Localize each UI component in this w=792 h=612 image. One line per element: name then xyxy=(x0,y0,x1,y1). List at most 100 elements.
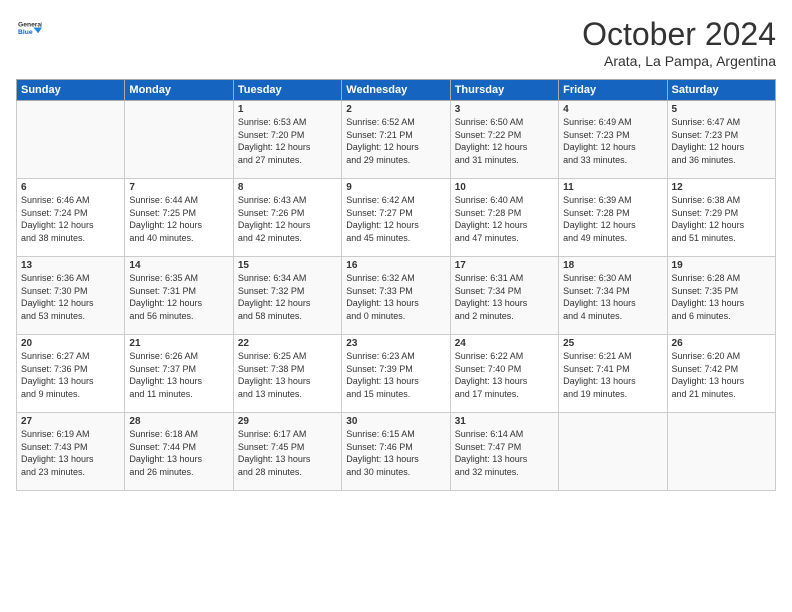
cell-info: and 28 minutes. xyxy=(238,466,337,479)
cell-info: Sunrise: 6:20 AM xyxy=(672,350,771,363)
calendar-cell xyxy=(17,101,125,179)
day-number: 9 xyxy=(346,182,445,193)
cell-info: Sunrise: 6:46 AM xyxy=(21,194,120,207)
cell-info: Sunrise: 6:43 AM xyxy=(238,194,337,207)
cell-info: Daylight: 13 hours xyxy=(672,297,771,310)
calendar-cell: 11Sunrise: 6:39 AMSunset: 7:28 PMDayligh… xyxy=(559,179,667,257)
day-number: 20 xyxy=(21,338,120,349)
cell-info: Daylight: 12 hours xyxy=(672,219,771,232)
cell-info: Sunrise: 6:47 AM xyxy=(672,116,771,129)
cell-info: Sunrise: 6:22 AM xyxy=(455,350,554,363)
calendar-cell: 3Sunrise: 6:50 AMSunset: 7:22 PMDaylight… xyxy=(450,101,558,179)
cell-info: Sunrise: 6:42 AM xyxy=(346,194,445,207)
calendar-week-3: 20Sunrise: 6:27 AMSunset: 7:36 PMDayligh… xyxy=(17,335,776,413)
cell-info: Sunrise: 6:23 AM xyxy=(346,350,445,363)
calendar-cell: 18Sunrise: 6:30 AMSunset: 7:34 PMDayligh… xyxy=(559,257,667,335)
day-number: 2 xyxy=(346,104,445,115)
cell-info: and 13 minutes. xyxy=(238,388,337,401)
cell-info: Daylight: 13 hours xyxy=(238,375,337,388)
day-number: 17 xyxy=(455,260,554,271)
day-number: 18 xyxy=(563,260,662,271)
cell-info: Sunrise: 6:40 AM xyxy=(455,194,554,207)
cell-info: Sunrise: 6:32 AM xyxy=(346,272,445,285)
cell-info: Daylight: 13 hours xyxy=(129,453,228,466)
logo-icon: General Blue xyxy=(18,16,42,40)
day-number: 16 xyxy=(346,260,445,271)
cell-info: Daylight: 13 hours xyxy=(346,297,445,310)
logo-text-block: General Blue xyxy=(16,16,42,45)
day-number: 23 xyxy=(346,338,445,349)
cell-info: Daylight: 12 hours xyxy=(238,219,337,232)
cell-info: Daylight: 12 hours xyxy=(563,219,662,232)
day-number: 29 xyxy=(238,416,337,427)
cell-info: Daylight: 12 hours xyxy=(21,219,120,232)
header: General Blue October 2024 Arata, La Pamp… xyxy=(16,16,776,69)
cell-info: Sunset: 7:34 PM xyxy=(563,285,662,298)
calendar-cell: 14Sunrise: 6:35 AMSunset: 7:31 PMDayligh… xyxy=(125,257,233,335)
calendar-cell: 7Sunrise: 6:44 AMSunset: 7:25 PMDaylight… xyxy=(125,179,233,257)
cell-info: Sunset: 7:30 PM xyxy=(21,285,120,298)
cell-info: Daylight: 12 hours xyxy=(21,297,120,310)
cell-info: and 45 minutes. xyxy=(346,232,445,245)
cell-info: Sunset: 7:43 PM xyxy=(21,441,120,454)
day-number: 21 xyxy=(129,338,228,349)
day-number: 25 xyxy=(563,338,662,349)
svg-text:General: General xyxy=(18,22,42,29)
day-number: 15 xyxy=(238,260,337,271)
calendar-cell: 20Sunrise: 6:27 AMSunset: 7:36 PMDayligh… xyxy=(17,335,125,413)
day-number: 7 xyxy=(129,182,228,193)
day-number: 10 xyxy=(455,182,554,193)
cell-info: Daylight: 12 hours xyxy=(129,219,228,232)
day-number: 5 xyxy=(672,104,771,115)
calendar-cell: 15Sunrise: 6:34 AMSunset: 7:32 PMDayligh… xyxy=(233,257,341,335)
cell-info: Daylight: 13 hours xyxy=(563,297,662,310)
calendar-cell: 26Sunrise: 6:20 AMSunset: 7:42 PMDayligh… xyxy=(667,335,775,413)
day-number: 24 xyxy=(455,338,554,349)
cell-info: Sunrise: 6:18 AM xyxy=(129,428,228,441)
calendar-cell: 21Sunrise: 6:26 AMSunset: 7:37 PMDayligh… xyxy=(125,335,233,413)
calendar-cell: 10Sunrise: 6:40 AMSunset: 7:28 PMDayligh… xyxy=(450,179,558,257)
cell-info: Sunset: 7:44 PM xyxy=(129,441,228,454)
calendar-cell: 29Sunrise: 6:17 AMSunset: 7:45 PMDayligh… xyxy=(233,413,341,491)
cell-info: Daylight: 12 hours xyxy=(672,141,771,154)
cell-info: Daylight: 13 hours xyxy=(455,297,554,310)
day-number: 13 xyxy=(21,260,120,271)
col-saturday: Saturday xyxy=(667,80,775,101)
day-number: 11 xyxy=(563,182,662,193)
day-number: 6 xyxy=(21,182,120,193)
cell-info: Daylight: 13 hours xyxy=(672,375,771,388)
cell-info: and 0 minutes. xyxy=(346,310,445,323)
calendar-cell: 25Sunrise: 6:21 AMSunset: 7:41 PMDayligh… xyxy=(559,335,667,413)
cell-info: Sunset: 7:24 PM xyxy=(21,207,120,220)
cell-info: and 47 minutes. xyxy=(455,232,554,245)
cell-info: Sunrise: 6:19 AM xyxy=(21,428,120,441)
cell-info: Sunrise: 6:44 AM xyxy=(129,194,228,207)
cell-info: and 2 minutes. xyxy=(455,310,554,323)
cell-info: and 17 minutes. xyxy=(455,388,554,401)
cell-info: Daylight: 13 hours xyxy=(238,453,337,466)
cell-info: Sunrise: 6:21 AM xyxy=(563,350,662,363)
cell-info: Sunset: 7:26 PM xyxy=(238,207,337,220)
cell-info: Sunrise: 6:36 AM xyxy=(21,272,120,285)
cell-info: Sunset: 7:25 PM xyxy=(129,207,228,220)
cell-info: Sunset: 7:40 PM xyxy=(455,363,554,376)
calendar-cell: 28Sunrise: 6:18 AMSunset: 7:44 PMDayligh… xyxy=(125,413,233,491)
col-tuesday: Tuesday xyxy=(233,80,341,101)
col-monday: Monday xyxy=(125,80,233,101)
cell-info: Sunrise: 6:52 AM xyxy=(346,116,445,129)
cell-info: and 29 minutes. xyxy=(346,154,445,167)
cell-info: Sunset: 7:31 PM xyxy=(129,285,228,298)
header-row: Sunday Monday Tuesday Wednesday Thursday… xyxy=(17,80,776,101)
day-number: 8 xyxy=(238,182,337,193)
cell-info: Sunset: 7:39 PM xyxy=(346,363,445,376)
cell-info: Sunset: 7:23 PM xyxy=(672,129,771,142)
calendar-cell: 31Sunrise: 6:14 AMSunset: 7:47 PMDayligh… xyxy=(450,413,558,491)
cell-info: Daylight: 12 hours xyxy=(346,141,445,154)
calendar-cell: 16Sunrise: 6:32 AMSunset: 7:33 PMDayligh… xyxy=(342,257,450,335)
cell-info: Daylight: 12 hours xyxy=(129,297,228,310)
day-number: 12 xyxy=(672,182,771,193)
cell-info: Sunset: 7:22 PM xyxy=(455,129,554,142)
cell-info: Sunrise: 6:30 AM xyxy=(563,272,662,285)
calendar-cell: 23Sunrise: 6:23 AMSunset: 7:39 PMDayligh… xyxy=(342,335,450,413)
cell-info: Sunset: 7:37 PM xyxy=(129,363,228,376)
